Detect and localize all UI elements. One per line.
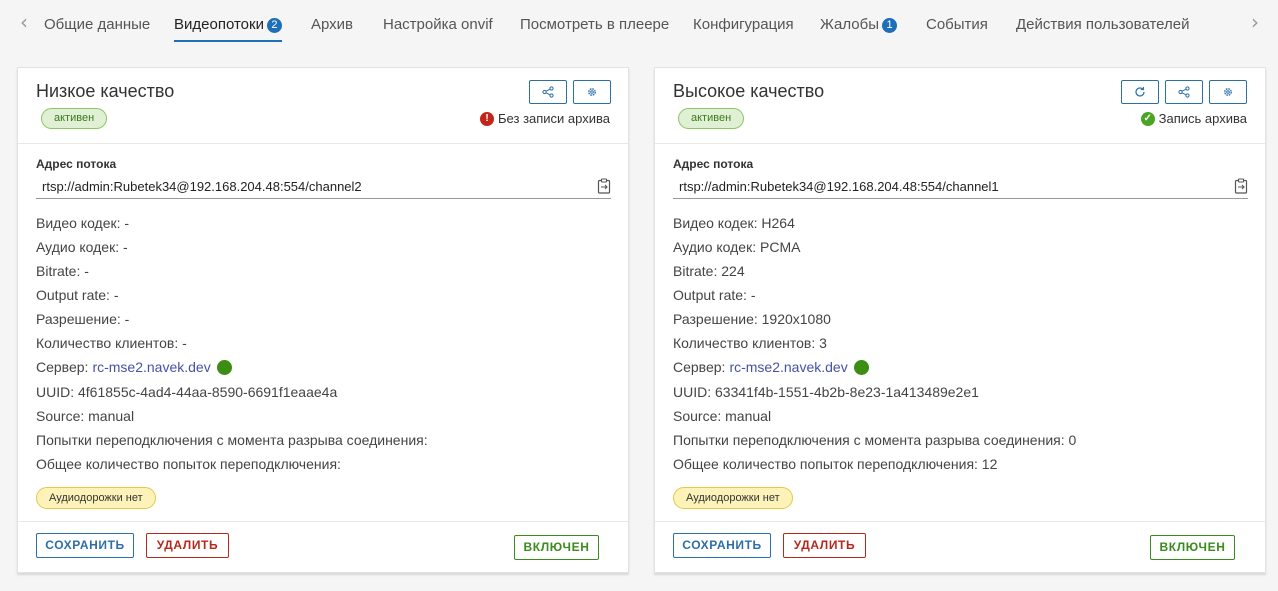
stream-card-low-quality: Низкое качество активен ! Без записи арх… xyxy=(17,67,629,573)
archive-status: ! Без записи архива xyxy=(480,111,610,126)
check-circle-icon: ✓ xyxy=(1140,111,1155,126)
tab-configuration[interactable]: Конфигурация xyxy=(693,16,794,42)
settings-button[interactable] xyxy=(573,80,611,104)
tab-onvif-settings[interactable]: Настройка onvif xyxy=(383,16,493,42)
delete-button[interactable]: УДАЛИТЬ xyxy=(146,533,229,558)
reconnect-attempts: Попытки переподключения с момента разрыв… xyxy=(673,432,1077,448)
share-icon xyxy=(1178,86,1190,98)
tab-complaints[interactable]: Жалобы 1 xyxy=(820,16,897,42)
output-rate: Output rate: - xyxy=(673,287,756,303)
audio-track-badge: Аудиодорожки нет xyxy=(36,487,156,509)
tabs-scroll-right-icon[interactable]: › xyxy=(1245,10,1265,34)
uuid: UUID: 63341f4b-1551-4b2b-8e23-1a413489e2… xyxy=(673,384,979,400)
tab-archive[interactable]: Архив xyxy=(311,16,353,42)
audio-codec: Аудио кодек: - xyxy=(36,239,128,255)
delete-button[interactable]: УДАЛИТЬ xyxy=(783,533,866,558)
bitrate: Bitrate: - xyxy=(36,263,89,279)
server-row: Сервер: rc-mse2.navek.dev xyxy=(673,359,869,375)
stream-address-field[interactable]: rtsp://admin:Rubetek34@192.168.204.48:55… xyxy=(36,173,611,199)
client-count: Количество клиентов: - xyxy=(36,335,187,351)
share-button[interactable] xyxy=(1165,80,1203,104)
audio-codec: Аудио кодек: PCMA xyxy=(673,239,801,255)
divider xyxy=(655,143,1265,144)
tab-player[interactable]: Посмотреть в плеере xyxy=(520,16,669,42)
refresh-button[interactable] xyxy=(1121,80,1159,104)
server-row: Сервер: rc-mse2.navek.dev xyxy=(36,359,232,375)
divider xyxy=(655,521,1265,522)
stream-address-label: Адрес потока xyxy=(36,157,117,171)
stream-address-value: rtsp://admin:Rubetek34@192.168.204.48:55… xyxy=(679,179,999,194)
error-icon: ! xyxy=(480,111,495,126)
source: Source: manual xyxy=(673,408,772,424)
server-online-indicator xyxy=(216,360,232,375)
copy-to-clipboard-icon[interactable] xyxy=(1234,178,1248,194)
complaints-count-badge: 1 xyxy=(882,18,897,33)
video-codec: Видео кодек: - xyxy=(36,215,130,231)
resolution: Разрешение: - xyxy=(36,311,130,327)
gear-icon xyxy=(588,88,596,96)
output-rate: Output rate: - xyxy=(36,287,119,303)
enabled-toggle-button[interactable]: ВКЛЮЧЕН xyxy=(514,535,599,560)
server-link[interactable]: rc-mse2.navek.dev xyxy=(729,359,847,375)
save-button[interactable]: СОХРАНИТЬ xyxy=(36,533,134,558)
archive-status: ✓ Запись архива xyxy=(1140,111,1247,126)
divider xyxy=(18,143,628,144)
settings-button[interactable] xyxy=(1209,80,1247,104)
tab-general[interactable]: Общие данные xyxy=(44,16,150,42)
copy-to-clipboard-icon[interactable] xyxy=(597,178,611,194)
tab-user-actions[interactable]: Действия пользователей xyxy=(1016,16,1189,42)
server-link[interactable]: rc-mse2.navek.dev xyxy=(92,359,210,375)
status-badge: активен xyxy=(678,108,745,129)
share-button[interactable] xyxy=(529,80,567,104)
divider xyxy=(18,521,628,522)
video-codec: Видео кодек: H264 xyxy=(673,215,795,231)
audio-track-badge: Аудиодорожки нет xyxy=(673,487,793,509)
stream-title: Низкое качество xyxy=(36,81,175,101)
tabs-bar: ‹ Общие данные Видеопотоки 2 Архив Настро… xyxy=(0,0,1278,44)
stream-address-value: rtsp://admin:Rubetek34@192.168.204.48:55… xyxy=(42,179,362,194)
server-online-indicator xyxy=(853,360,869,375)
stream-card-high-quality: Высокое качество активен ✓ Запись архива… xyxy=(654,67,1266,573)
gear-icon xyxy=(1224,88,1232,96)
total-reconnect-attempts: Общее количество попыток переподключения… xyxy=(673,456,998,472)
refresh-icon xyxy=(1135,86,1145,97)
total-reconnect-attempts: Общее количество попыток переподключения… xyxy=(36,456,341,472)
video-streams-count-badge: 2 xyxy=(266,18,282,33)
client-count: Количество клиентов: 3 xyxy=(673,335,827,351)
tabs-scroll-left-icon[interactable]: ‹ xyxy=(14,10,34,34)
tab-video-streams[interactable]: Видеопотоки 2 xyxy=(174,16,282,42)
source: Source: manual xyxy=(36,408,135,424)
stream-address-field[interactable]: rtsp://admin:Rubetek34@192.168.204.48:55… xyxy=(673,173,1248,199)
stream-address-label: Адрес потока xyxy=(673,157,754,171)
resolution: Разрешение: 1920x1080 xyxy=(673,311,831,327)
reconnect-attempts: Попытки переподключения с момента разрыв… xyxy=(36,432,428,448)
uuid: UUID: 4f61855c-4ad4-44aa-8590-6691f1eaae… xyxy=(36,384,338,400)
save-button[interactable]: СОХРАНИТЬ xyxy=(673,533,771,558)
share-icon xyxy=(542,86,554,98)
tab-events[interactable]: События xyxy=(926,16,988,42)
enabled-toggle-button[interactable]: ВКЛЮЧЕН xyxy=(1150,535,1235,560)
status-badge: активен xyxy=(41,108,108,129)
stream-title: Высокое качество xyxy=(673,81,825,101)
bitrate: Bitrate: 224 xyxy=(673,263,745,279)
